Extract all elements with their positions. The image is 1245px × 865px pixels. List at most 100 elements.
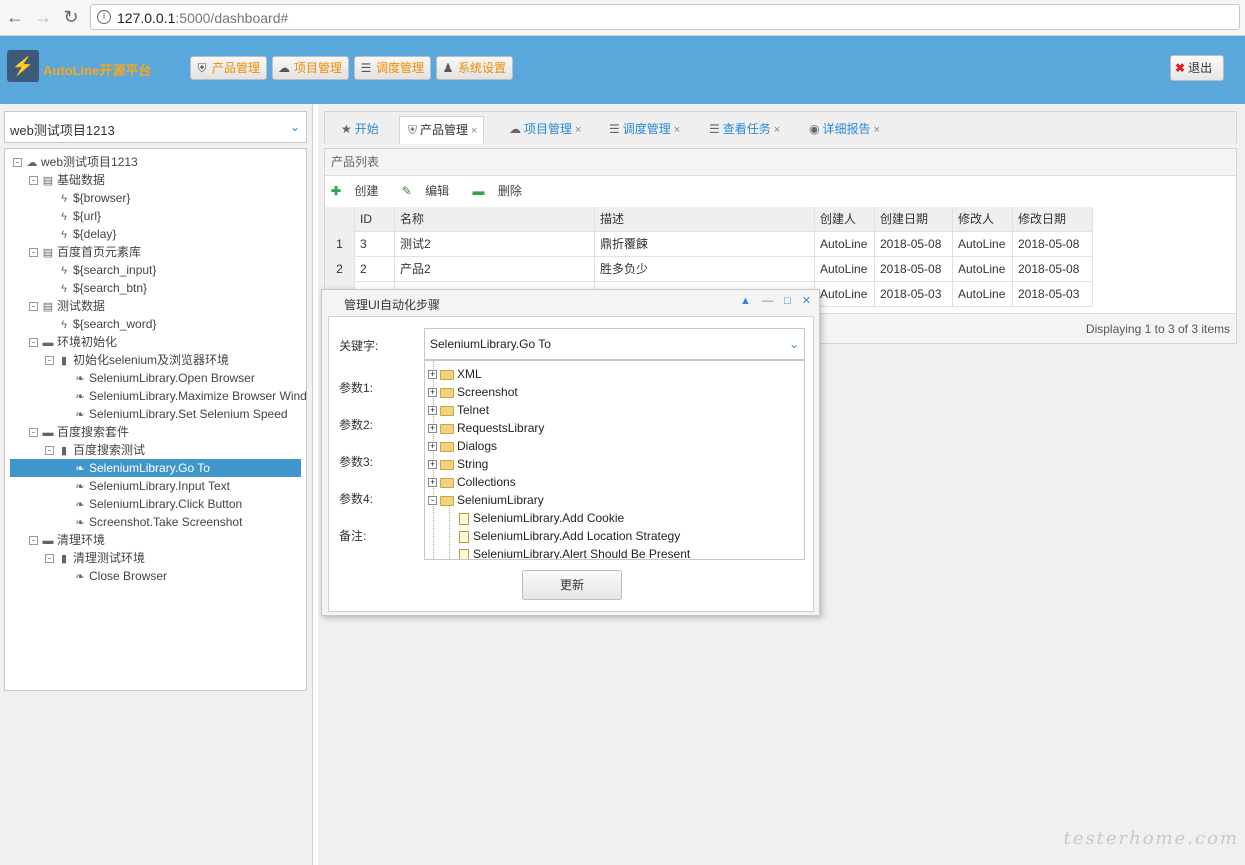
table-cell: 2018-05-03 — [1013, 282, 1093, 307]
project-select[interactable]: web测试项目1213 ⌄ — [4, 111, 307, 143]
tree-node[interactable]: - ▬ 百度搜索套件 — [29, 423, 129, 441]
tree-node[interactable]: ❧ Close Browser — [73, 567, 167, 585]
nav-product-button[interactable]: ⛨ 产品管理 — [190, 56, 268, 80]
collapse-icon[interactable]: ▲ — [740, 295, 751, 307]
create-button[interactable]: ✚ 创建 — [331, 184, 388, 198]
expand-toggle-icon[interactable]: - — [45, 554, 54, 564]
tree-node[interactable]: ϟ ${url} — [57, 207, 101, 225]
plus-icon: ✚ — [331, 184, 342, 198]
close-icon[interactable]: ✕ — [802, 295, 811, 307]
expand-toggle-icon[interactable]: + — [428, 478, 437, 488]
tab-0[interactable]: ★ 开始 — [333, 116, 385, 144]
edit-button[interactable]: ✎ 编辑 — [402, 184, 459, 198]
library-folder[interactable]: + Dialogs — [428, 437, 497, 455]
tree-node[interactable]: - ☁ web测试项目1213 — [13, 153, 138, 171]
library-folder[interactable]: + Telnet — [428, 401, 489, 419]
address-bar[interactable]: i 127.0.0.1:5000/dashboard# — [90, 4, 1240, 30]
library-folder[interactable]: + Collections — [428, 473, 516, 491]
keyword-option[interactable]: SeleniumLibrary.Alert Should Be Present — [459, 545, 690, 559]
tab-4[interactable]: ☰ 查看任务 × — [701, 116, 786, 144]
tab-5[interactable]: ◉ 详细报告 × — [801, 116, 886, 144]
tab-close-icon[interactable]: × — [471, 125, 477, 137]
tree-node[interactable]: ϟ ${search_word} — [57, 315, 156, 333]
table-row[interactable]: 1 3 测试2 鼎折覆餗 AutoLine 2018-05-08 AutoLine 2018-… — [325, 232, 1093, 257]
tree-node[interactable]: ❧ Screenshot.Take Screenshot — [73, 513, 242, 531]
tree-node[interactable]: ϟ ${browser} — [57, 189, 130, 207]
expand-toggle-icon[interactable]: - — [29, 302, 38, 312]
tree-node[interactable]: - ▬ 环境初始化 — [29, 333, 117, 351]
delete-button[interactable]: ▬ 删除 — [473, 184, 532, 198]
tab-1[interactable]: ⛨ 产品管理 × — [399, 116, 485, 144]
expand-toggle-icon[interactable]: + — [428, 370, 437, 380]
expand-toggle-icon[interactable]: + — [428, 442, 437, 452]
tree-node-label: Screenshot.Take Screenshot — [89, 515, 243, 529]
chevron-down-icon[interactable]: ⌄ — [784, 329, 804, 359]
tree-node[interactable]: - ▮ 清理测试环境 — [45, 549, 145, 567]
expand-toggle-icon[interactable]: - — [29, 176, 38, 186]
reload-icon[interactable]: ↻ — [60, 6, 82, 28]
maximize-icon[interactable]: □ — [784, 295, 791, 307]
expand-toggle-icon[interactable]: + — [428, 388, 437, 398]
table-row[interactable]: 2 2 产品2 胜多负少 AutoLine 2018-05-08 AutoLine 2018-… — [325, 257, 1093, 282]
library-folder[interactable]: + RequestsLibrary — [428, 419, 544, 437]
expand-toggle-icon[interactable]: - — [29, 338, 38, 348]
tab-close-icon[interactable]: × — [674, 124, 680, 136]
expand-toggle-icon[interactable]: - — [428, 496, 437, 506]
keyword-dropdown-tree: + XML + Screenshot + Telnet + RequestsLibrary + D… — [424, 360, 805, 560]
tree-node[interactable]: ϟ ${search_input} — [57, 261, 156, 279]
library-folder[interactable]: - SeleniumLibrary — [428, 491, 544, 509]
tab-2[interactable]: ☁ 项目管理 × — [501, 116, 587, 144]
file-icon — [459, 548, 469, 559]
tree-node[interactable]: ❧ SeleniumLibrary.Set Selenium Speed — [73, 405, 287, 423]
dialog-body: 关键字: SeleniumLibrary.Go To ⌄ 参数1: 参数2: 参… — [328, 316, 814, 612]
tab-close-icon[interactable]: × — [774, 124, 780, 136]
expand-toggle-icon[interactable]: - — [45, 446, 54, 456]
expand-toggle-icon[interactable]: + — [428, 460, 437, 470]
tree-node[interactable]: - ▤ 百度首页元素库 — [29, 243, 141, 261]
keyword-option[interactable]: SeleniumLibrary.Add Location Strategy — [459, 527, 680, 545]
expand-toggle-icon[interactable]: - — [13, 158, 22, 168]
tab-close-icon[interactable]: × — [874, 124, 880, 136]
tab-label: 产品管理 — [420, 123, 469, 137]
folder-icon — [440, 459, 454, 470]
tree-node[interactable]: ❧ SeleniumLibrary.Open Browser — [73, 369, 254, 387]
keyword-combobox[interactable]: SeleniumLibrary.Go To ⌄ — [424, 328, 805, 360]
tree-node[interactable]: ϟ ${delay} — [57, 225, 116, 243]
tree-node[interactable]: ❧ SeleniumLibrary.Click Button — [73, 495, 242, 513]
tab-close-icon[interactable]: × — [575, 124, 581, 136]
nav-schedule-button[interactable]: ☰ 调度管理 — [354, 56, 432, 80]
minimize-icon[interactable]: — — [762, 295, 773, 307]
chevron-down-icon[interactable]: ⌄ — [284, 112, 306, 142]
expand-toggle-icon[interactable]: - — [29, 248, 38, 258]
tree-node[interactable]: - ▤ 测试数据 — [29, 297, 105, 315]
library-folder[interactable]: + Screenshot — [428, 383, 518, 401]
bolt-icon: ϟ — [61, 319, 67, 331]
expand-toggle-icon[interactable]: + — [428, 406, 437, 416]
back-icon[interactable]: ← — [4, 6, 26, 28]
expand-toggle-icon[interactable]: - — [29, 536, 38, 546]
table-cell: 2018-05-03 — [875, 282, 953, 307]
forward-icon[interactable]: → — [32, 6, 54, 28]
tree-node[interactable]: ϟ ${search_btn} — [57, 279, 147, 297]
library-folder[interactable]: + XML — [428, 365, 482, 383]
tree-node[interactable]: - ▮ 初始化selenium及浏览器环境 — [45, 351, 229, 369]
nav-project-button[interactable]: ☁ 项目管理 — [272, 56, 350, 80]
tree-node[interactable]: ❧ SeleniumLibrary.Go To — [10, 459, 301, 477]
update-button[interactable]: 更新 — [522, 570, 622, 600]
tree-node[interactable]: ❧ SeleniumLibrary.Maximize Browser Window — [73, 387, 306, 405]
tree-node[interactable]: - ▤ 基础数据 — [29, 171, 105, 189]
logout-button[interactable]: ✖ 退出 — [1170, 55, 1224, 81]
folder-icon — [440, 405, 454, 416]
tree-node[interactable]: - ▬ 清理环境 — [29, 531, 105, 549]
nav-settings-button[interactable]: ♟ 系统设置 — [436, 56, 514, 80]
library-folder[interactable]: + String — [428, 455, 488, 473]
tab-3[interactable]: ☰ 调度管理 × — [601, 116, 686, 144]
expand-toggle-icon[interactable]: - — [29, 428, 38, 438]
expand-toggle-icon[interactable]: - — [45, 356, 54, 366]
expand-toggle-icon[interactable]: + — [428, 424, 437, 434]
tree-node[interactable]: ❧ SeleniumLibrary.Input Text — [73, 477, 230, 495]
keyword-option[interactable]: SeleniumLibrary.Add Cookie — [459, 509, 624, 527]
table-cell: 产品2 — [395, 257, 595, 282]
info-icon[interactable]: i — [97, 10, 111, 24]
tree-node[interactable]: - ▮ 百度搜索测试 — [45, 441, 145, 459]
